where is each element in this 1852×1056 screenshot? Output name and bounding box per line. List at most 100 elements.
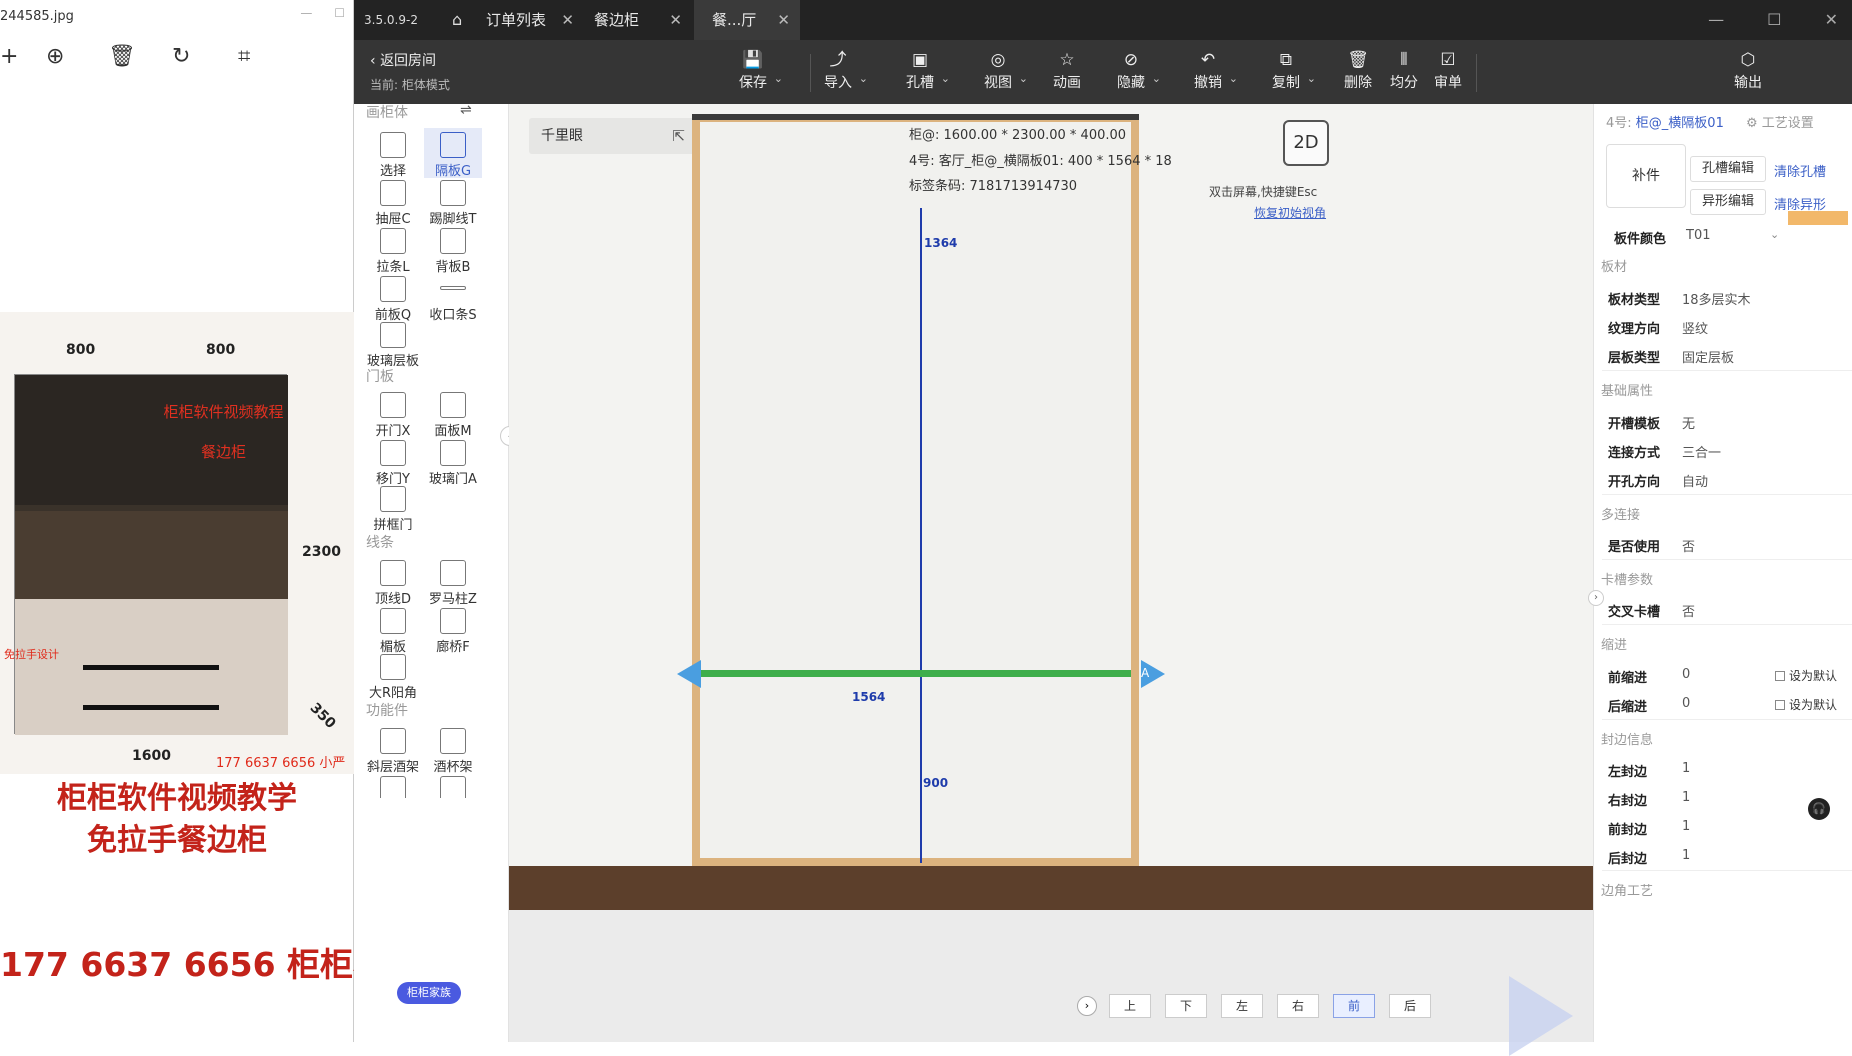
close-button[interactable]: ✕: [1825, 10, 1838, 29]
close-icon[interactable]: ✕: [561, 0, 574, 40]
tool-closing-strip[interactable]: 收口条S: [424, 272, 482, 323]
tool-wine-rack[interactable]: 酒架: [364, 772, 422, 798]
view-right-button[interactable]: 右: [1277, 994, 1319, 1018]
add-part-button[interactable]: 补件: [1606, 144, 1686, 208]
prop-back-indent[interactable]: 0: [1682, 696, 1690, 711]
view-button[interactable]: ◎ 视图 ⌄: [984, 48, 1028, 92]
tool-backboard[interactable]: 背板B: [424, 224, 482, 275]
zoom-in-icon[interactable]: ⊕: [46, 44, 64, 69]
export-button[interactable]: ⬡ 输出: [1734, 48, 1762, 92]
chevron-down-icon[interactable]: ⌄: [1229, 72, 1238, 85]
close-icon[interactable]: ✕: [669, 0, 682, 40]
tool-slanted-wine-rack[interactable]: 斜层酒架: [364, 724, 422, 775]
maximize-button[interactable]: ☐: [334, 6, 345, 20]
prop-use[interactable]: 否: [1682, 536, 1695, 555]
rotate-icon[interactable]: ↻: [172, 44, 190, 69]
chevron-down-icon[interactable]: ⌄: [774, 72, 783, 85]
tab-order-list[interactable]: 订单列表 ✕: [478, 0, 584, 40]
tool-r-corner[interactable]: 大R阳角: [364, 650, 422, 701]
undo-button[interactable]: ↶ 撤销 ⌄: [1194, 48, 1238, 92]
collapse-right-button[interactable]: ›: [1588, 590, 1604, 606]
delete-button[interactable]: 🗑 删除: [1344, 48, 1372, 92]
external-link-icon[interactable]: ⇱: [672, 118, 685, 154]
animation-button[interactable]: ☆ 动画: [1053, 48, 1081, 92]
process-settings-link[interactable]: ⚙ 工艺设置: [1746, 112, 1814, 131]
view-left-button[interactable]: 左: [1221, 994, 1263, 1018]
toggle-2d-button[interactable]: 2D: [1283, 120, 1329, 166]
tool-select[interactable]: 选择: [364, 128, 422, 179]
prop-hole-direction[interactable]: 自动: [1682, 471, 1708, 490]
family-badge[interactable]: 柜柜家族: [397, 982, 461, 1004]
chevron-down-icon[interactable]: ⌄: [1152, 72, 1161, 85]
tool-lintel[interactable]: 楣板: [364, 604, 422, 655]
tool-strip[interactable]: 拉条L: [364, 224, 422, 275]
hide-button[interactable]: ⊘ 隐藏 ⌄: [1117, 48, 1161, 92]
save-button[interactable]: 💾 保存 ⌄: [739, 48, 783, 92]
cabinet-frame[interactable]: [692, 114, 1139, 866]
chevron-down-icon[interactable]: ⌄: [1770, 228, 1779, 241]
minimize-button[interactable]: —: [300, 6, 312, 20]
prop-front-edge[interactable]: 1: [1682, 819, 1690, 834]
color-value[interactable]: T01: [1686, 228, 1710, 243]
tool-hanging-rod[interactable]: 衣通: [424, 772, 482, 798]
add-icon[interactable]: +: [0, 44, 18, 69]
copy-button[interactable]: ⧉ 复制 ⌄: [1272, 48, 1316, 92]
prop-right-edge[interactable]: 1: [1682, 790, 1690, 805]
prop-back-edge[interactable]: 1: [1682, 848, 1690, 863]
tool-glass-rack[interactable]: 酒杯架: [424, 724, 482, 775]
tool-glass-door[interactable]: 玻璃门A: [424, 436, 482, 487]
crop-icon[interactable]: ⌗: [238, 44, 250, 69]
chevron-down-icon[interactable]: ⌄: [1307, 72, 1316, 85]
tool-drawer[interactable]: 抽屉C: [364, 176, 422, 227]
tool-bridge[interactable]: 廊桥F: [424, 604, 482, 655]
hole-slot-button[interactable]: ▣ 孔槽 ⌄: [906, 48, 950, 92]
prop-board-type[interactable]: 18多层实木: [1682, 289, 1751, 308]
prop-shelf-type[interactable]: 固定层板: [1682, 347, 1734, 366]
color-swatch[interactable]: [1788, 211, 1848, 225]
tool-open-door[interactable]: 开门X: [364, 388, 422, 439]
tool-shelf[interactable]: 隔板G: [424, 128, 482, 179]
back-button[interactable]: ‹ 返回房间: [370, 50, 436, 70]
arrow-left-icon[interactable]: [677, 660, 701, 688]
prop-slot-template[interactable]: 无: [1682, 413, 1695, 432]
default-checkbox[interactable]: 设为默认: [1775, 696, 1837, 713]
shape-edit-button[interactable]: 异形编辑: [1690, 189, 1766, 215]
close-icon[interactable]: ✕: [777, 0, 790, 40]
delete-icon[interactable]: 🗑: [108, 44, 136, 69]
tab-dining-hall[interactable]: 餐...厅 ✕: [694, 0, 800, 40]
tool-frame-door[interactable]: 拼框门: [364, 482, 422, 533]
tool-glass-shelf[interactable]: 玻璃层板: [364, 318, 422, 369]
chevron-down-icon[interactable]: ⌄: [859, 72, 868, 85]
tool-panel[interactable]: 面板M: [424, 388, 482, 439]
tool-roman-column[interactable]: 罗马柱Z: [424, 556, 482, 607]
default-checkbox[interactable]: 设为默认: [1775, 667, 1837, 684]
view-top-button[interactable]: 上: [1109, 994, 1151, 1018]
home-icon[interactable]: ⌂: [452, 0, 462, 40]
reset-view-link[interactable]: 恢复初始视角: [1254, 204, 1326, 221]
view-front-button[interactable]: 前: [1333, 994, 1375, 1018]
hole-edit-button[interactable]: 孔槽编辑: [1690, 156, 1766, 182]
maximize-button[interactable]: ☐: [1767, 10, 1781, 29]
review-button[interactable]: ☑ 审单: [1434, 48, 1462, 92]
prop-grain[interactable]: 竖纹: [1682, 318, 1708, 337]
chevron-down-icon[interactable]: ⌄: [941, 72, 950, 85]
headset-icon[interactable]: 🎧: [1808, 798, 1830, 820]
design-canvas[interactable]: 千里眼 ⇱ A 柜@: 1600.00 * 2300.00 * 400.00 4号…: [509, 104, 1593, 1056]
view-bottom-button[interactable]: 下: [1165, 994, 1207, 1018]
minimize-button[interactable]: —: [1708, 10, 1724, 29]
chevron-right-icon[interactable]: ›: [1077, 996, 1097, 1016]
tab-sideboard[interactable]: 餐边柜 ✕: [586, 0, 692, 40]
tool-sliding-door[interactable]: 移门Y: [364, 436, 422, 487]
qianliyan-panel[interactable]: 千里眼 ⇱: [529, 118, 697, 154]
swap-icon[interactable]: ⇌: [460, 102, 472, 118]
clear-holes-link[interactable]: 清除孔槽: [1774, 161, 1826, 180]
prop-connection[interactable]: 三合一: [1682, 442, 1721, 461]
prop-front-indent[interactable]: 0: [1682, 667, 1690, 682]
import-button[interactable]: ⤴ 导入 ⌄: [824, 48, 868, 92]
prop-cross-slot[interactable]: 否: [1682, 601, 1695, 620]
tool-front-panel[interactable]: 前板Q: [364, 272, 422, 323]
prop-left-edge[interactable]: 1: [1682, 761, 1690, 776]
tool-baseboard[interactable]: 踢脚线T: [424, 176, 482, 227]
distribute-button[interactable]: ⫴ 均分: [1390, 48, 1418, 92]
chevron-down-icon[interactable]: ⌄: [1019, 72, 1028, 85]
